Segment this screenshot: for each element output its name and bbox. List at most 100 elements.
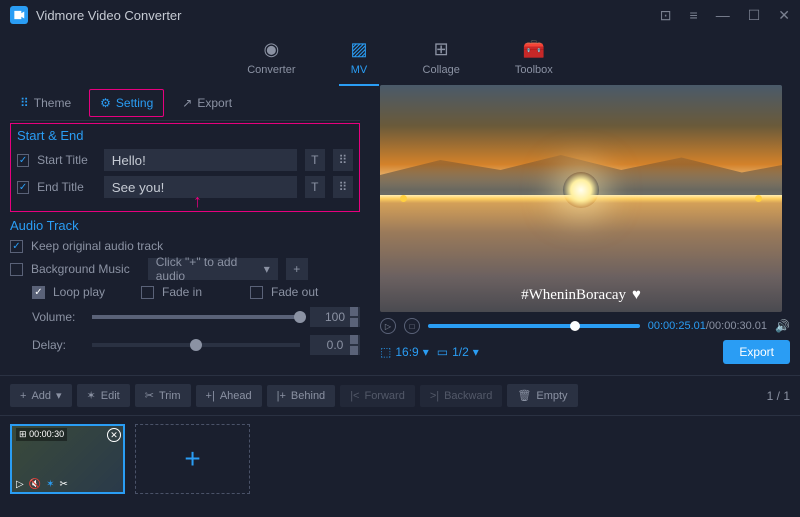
heart-icon: ♥ bbox=[632, 287, 641, 304]
export-icon: ↗ bbox=[182, 96, 192, 110]
empty-button[interactable]: 🗑Empty bbox=[507, 384, 577, 407]
plus-icon: + bbox=[20, 390, 26, 402]
loop-checkbox[interactable] bbox=[32, 286, 45, 299]
nav-toolbox[interactable]: 🧰Toolbox bbox=[515, 39, 553, 76]
behind-button[interactable]: |+Behind bbox=[267, 385, 336, 407]
audio-title: Audio Track bbox=[10, 218, 360, 233]
delay-label: Delay: bbox=[32, 338, 82, 352]
minimize-icon[interactable]: — bbox=[716, 7, 730, 24]
tab-setting[interactable]: ⚙Setting bbox=[89, 89, 164, 117]
tab-export[interactable]: ↗Export bbox=[172, 90, 242, 116]
chevron-down-icon: ▾ bbox=[473, 345, 479, 359]
volume-value[interactable]: 100 bbox=[310, 307, 360, 327]
menu-icon[interactable]: ≡ bbox=[690, 7, 698, 24]
add-button[interactable]: +Add▾ bbox=[10, 384, 72, 407]
settings-panel: ⠿Theme ⚙Setting ↗Export Start & End Star… bbox=[0, 85, 370, 375]
delay-slider[interactable] bbox=[92, 343, 300, 347]
video-preview[interactable]: #WheninBoracay♥ bbox=[380, 85, 782, 312]
bg-music-label: Background Music bbox=[31, 262, 130, 276]
start-title-input[interactable] bbox=[104, 149, 297, 171]
add-clip-button[interactable]: + bbox=[135, 424, 250, 494]
export-button[interactable]: Export bbox=[723, 340, 790, 364]
audio-section: Audio Track Keep original audio track Ba… bbox=[10, 218, 360, 355]
window-controls: ⊡ ≡ — ☐ ✕ bbox=[660, 7, 790, 24]
delay-value[interactable]: 0.0 bbox=[310, 335, 360, 355]
aspect-ratio-select[interactable]: ⬚16:9▾ bbox=[380, 345, 429, 359]
close-icon[interactable]: ✕ bbox=[778, 7, 790, 24]
maximize-icon[interactable]: ☐ bbox=[748, 7, 761, 24]
chevron-down-icon: ▾ bbox=[56, 389, 62, 402]
play-icon[interactable]: ▷ bbox=[16, 479, 24, 490]
gear-icon: ⚙ bbox=[100, 96, 111, 110]
mv-icon: ▨ bbox=[351, 39, 368, 60]
chevron-down-icon: ▾ bbox=[264, 262, 270, 276]
trash-icon: 🗑 bbox=[517, 389, 531, 402]
crop-handle[interactable] bbox=[400, 195, 407, 202]
nav-collage[interactable]: ⊞Collage bbox=[423, 39, 460, 76]
backward-icon: >| bbox=[430, 390, 439, 402]
preview-options: ⬚16:9▾ ▭1/2▾ Export bbox=[380, 340, 790, 364]
clip-thumbnail[interactable]: ⊞ 00:00:30 ✕ ▷ 🔇 ✶ ✂ bbox=[10, 424, 125, 494]
keep-audio-checkbox[interactable] bbox=[10, 240, 23, 253]
preview-panel: #WheninBoracay♥ ▷ □ 00:00:25.01/00:00:30… bbox=[370, 85, 800, 375]
wand-icon: ✶ bbox=[87, 389, 96, 402]
clip-duration: ⊞ 00:00:30 bbox=[16, 428, 67, 441]
progress-bar[interactable] bbox=[428, 324, 640, 328]
effects-icon[interactable]: ✶ bbox=[46, 479, 54, 490]
toolbox-icon: 🧰 bbox=[523, 39, 545, 60]
clip-toolbar: +Add▾ ✶Edit ✂Trim +|Ahead |+Behind |<For… bbox=[0, 375, 800, 416]
nav-mv[interactable]: ▨MV bbox=[351, 39, 368, 76]
timecode: 00:00:25.01/00:00:30.01 bbox=[648, 320, 767, 332]
fadeout-checkbox[interactable] bbox=[250, 286, 263, 299]
end-title-label: End Title bbox=[37, 180, 96, 194]
stop-button[interactable]: □ bbox=[404, 318, 420, 334]
text-style-icon[interactable]: T bbox=[305, 149, 325, 171]
collage-icon: ⊞ bbox=[434, 39, 449, 60]
fadein-checkbox[interactable] bbox=[141, 286, 154, 299]
clip-thumbnails: ⊞ 00:00:30 ✕ ▷ 🔇 ✶ ✂ + bbox=[0, 416, 800, 502]
playback-controls: ▷ □ 00:00:25.01/00:00:30.01 🔊 bbox=[380, 318, 790, 334]
start-end-section: Start & End Start Title T ⠿ End Title T … bbox=[10, 123, 360, 212]
zoom-icon: ▭ bbox=[437, 345, 448, 359]
fadein-label: Fade in bbox=[162, 285, 242, 299]
cut-icon[interactable]: ✂ bbox=[60, 479, 68, 490]
trim-button[interactable]: ✂Trim bbox=[135, 384, 191, 407]
app-title: Vidmore Video Converter bbox=[36, 8, 182, 23]
add-audio-button[interactable]: + bbox=[286, 258, 308, 280]
feedback-icon[interactable]: ⊡ bbox=[660, 7, 672, 24]
remove-clip-button[interactable]: ✕ bbox=[107, 428, 121, 442]
tab-theme[interactable]: ⠿Theme bbox=[10, 90, 81, 116]
crop-handle[interactable] bbox=[755, 195, 762, 202]
ahead-button[interactable]: +|Ahead bbox=[196, 385, 262, 407]
edit-button[interactable]: ✶Edit bbox=[77, 384, 130, 407]
play-button[interactable]: ▷ bbox=[380, 318, 396, 334]
titlebar: Vidmore Video Converter ⊡ ≡ — ☐ ✕ bbox=[0, 0, 800, 30]
left-tabs: ⠿Theme ⚙Setting ↗Export bbox=[10, 85, 360, 121]
film-icon: ⊞ bbox=[19, 429, 27, 439]
overlay-text: #WheninBoracay♥ bbox=[521, 287, 641, 304]
fadeout-label: Fade out bbox=[271, 285, 318, 299]
page-indicator: 1 / 1 bbox=[767, 389, 790, 403]
bg-music-select[interactable]: Click "+" to add audio▾ bbox=[148, 258, 278, 280]
loop-label: Loop play bbox=[53, 285, 133, 299]
volume-slider[interactable] bbox=[92, 315, 300, 319]
forward-button[interactable]: |<Forward bbox=[340, 385, 415, 407]
text-style-icon[interactable]: T bbox=[305, 176, 325, 198]
aspect-icon: ⬚ bbox=[380, 345, 391, 359]
zoom-select[interactable]: ▭1/2▾ bbox=[437, 345, 479, 359]
behind-icon: |+ bbox=[277, 390, 286, 402]
mute-icon[interactable]: 🔇 bbox=[29, 479, 41, 490]
start-title-checkbox[interactable] bbox=[17, 154, 29, 167]
volume-icon[interactable]: 🔊 bbox=[775, 319, 790, 333]
grid-icon[interactable]: ⠿ bbox=[333, 149, 353, 171]
bg-music-checkbox[interactable] bbox=[10, 263, 23, 276]
clip-action-icons: ▷ 🔇 ✶ ✂ bbox=[16, 479, 68, 490]
scissors-icon: ✂ bbox=[145, 389, 154, 402]
start-title-label: Start Title bbox=[37, 153, 96, 167]
chevron-down-icon: ▾ bbox=[423, 345, 429, 359]
top-nav: ◉Converter ▨MV ⊞Collage 🧰Toolbox bbox=[0, 30, 800, 85]
grid-icon[interactable]: ⠿ bbox=[333, 176, 353, 198]
nav-converter[interactable]: ◉Converter bbox=[247, 39, 295, 76]
end-title-checkbox[interactable] bbox=[17, 181, 29, 194]
backward-button[interactable]: >|Backward bbox=[420, 385, 503, 407]
